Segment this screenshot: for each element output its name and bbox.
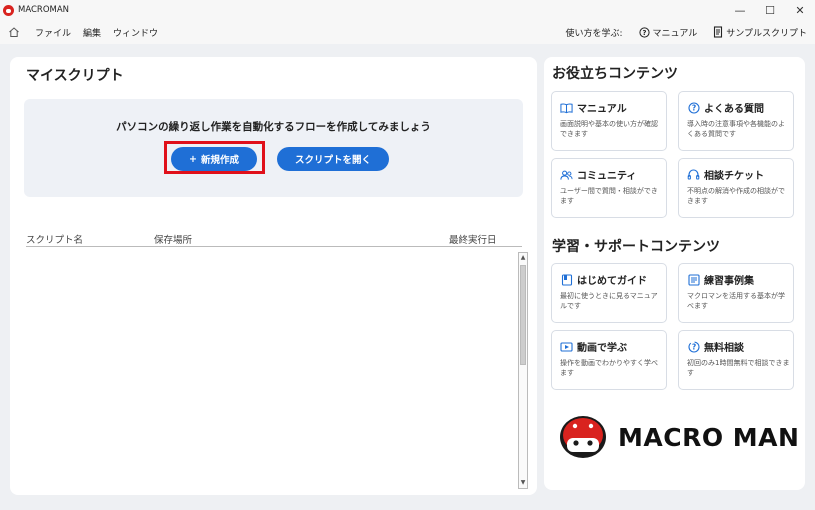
macroman-logo: MACRO MAN xyxy=(558,414,799,460)
question-icon: ? xyxy=(687,101,700,114)
scroll-down-arrow-icon[interactable]: ▼ xyxy=(519,478,527,488)
scroll-up-arrow-icon[interactable]: ▲ xyxy=(519,253,527,263)
card-consult-header: ? 無料相談 xyxy=(687,339,744,354)
card-consult-title: 無料相談 xyxy=(704,343,744,354)
logo-text: MACRO MAN xyxy=(618,422,800,452)
script-list xyxy=(26,248,522,490)
close-button[interactable]: ✕ xyxy=(785,0,815,20)
consult-icon: ? xyxy=(687,340,700,353)
card-video-title: 動画で学ぶ xyxy=(577,343,627,354)
card-practice-header: 練習事例集 xyxy=(687,272,754,287)
card-faq[interactable]: ? よくある質問 導入時の注意事項や各機能のよくある質問です xyxy=(678,91,794,151)
menu-bar: ファイル 編集 ウィンドウ 使い方を学ぶ: ? マニュアル サンプルスクリプト xyxy=(0,20,815,44)
list-icon xyxy=(687,273,700,286)
mascot-logo-icon xyxy=(560,416,606,458)
manual-link[interactable]: ? マニュアル xyxy=(638,26,698,39)
card-community-title: コミュニティ xyxy=(577,171,637,182)
col-script-name[interactable]: スクリプト名 xyxy=(26,232,83,246)
svg-text:?: ? xyxy=(642,28,646,36)
new-button-highlight xyxy=(164,141,265,174)
card-community-header: コミュニティ xyxy=(560,167,636,182)
svg-text:?: ? xyxy=(691,342,695,351)
people-icon xyxy=(560,168,573,181)
card-practice-examples[interactable]: 練習事例集 マクロマンを活用する基本が学べます xyxy=(678,263,794,323)
script-table-header: スクリプト名 保存場所 最終実行日 xyxy=(26,232,522,247)
card-manual[interactable]: マニュアル 画面説明や基本の使い方が確認できます xyxy=(551,91,667,151)
menu-file[interactable]: ファイル xyxy=(35,26,71,39)
useful-content-title: お役立ちコンテンツ xyxy=(552,66,678,82)
getting-started-banner: パソコンの繰り返し作業を自動化するフローを作成してみましょう + 新規作成 スク… xyxy=(24,99,523,197)
card-faq-title: よくある質問 xyxy=(704,104,764,115)
col-location[interactable]: 保存場所 xyxy=(154,232,192,246)
banner-text: パソコンの繰り返し作業を自動化するフローを作成してみましょう xyxy=(116,121,431,133)
card-guide-title: はじめてガイド xyxy=(577,276,647,287)
menu-edit[interactable]: 編集 xyxy=(83,26,101,39)
card-practice-title: 練習事例集 xyxy=(704,276,754,287)
card-video-header: 動画で学ぶ xyxy=(560,339,627,354)
card-ticket-desc: 不明点の解消や作成の相談ができます xyxy=(687,187,785,205)
card-community-desc: ユーザー間で質問・相談ができます xyxy=(560,187,658,205)
card-manual-header: マニュアル xyxy=(560,100,627,115)
card-community[interactable]: コミュニティ ユーザー間で質問・相談ができます xyxy=(551,158,667,218)
card-guide-header: はじめてガイド xyxy=(560,272,647,287)
menu-window[interactable]: ウィンドウ xyxy=(113,26,158,39)
sample-script-label: サンプルスクリプト xyxy=(726,28,807,39)
col-last-run[interactable]: 最終実行日 xyxy=(449,232,497,246)
manual-link-label: マニュアル xyxy=(652,28,698,39)
my-scripts-title: マイスクリプト xyxy=(26,68,124,84)
guide-icon xyxy=(560,273,573,286)
scroll-thumb[interactable] xyxy=(520,265,526,365)
my-scripts-panel: マイスクリプト パソコンの繰り返し作業を自動化するフローを作成してみましょう +… xyxy=(10,57,537,495)
card-faq-header: ? よくある質問 xyxy=(687,100,764,115)
script-icon xyxy=(714,26,723,38)
learning-support-title: 学習・サポートコンテンツ xyxy=(552,239,720,255)
app-logo-icon xyxy=(3,4,14,16)
sample-script-link[interactable]: サンプルスクリプト xyxy=(713,26,807,39)
open-script-button[interactable]: スクリプトを開く xyxy=(277,147,389,171)
card-ticket-title: 相談チケット xyxy=(704,171,764,182)
card-free-consult[interactable]: ? 無料相談 初回のみ1時間無料で相談できます xyxy=(678,330,794,390)
question-circle-icon: ? xyxy=(638,26,650,38)
card-manual-title: マニュアル xyxy=(577,104,627,115)
app-title: MACROMAN xyxy=(18,5,70,15)
book-icon xyxy=(560,101,573,114)
window-controls: — ☐ ✕ xyxy=(725,0,815,20)
menu-right-links: 使い方を学ぶ: ? マニュアル サンプルスクリプト xyxy=(565,20,807,44)
title-bar: MACROMAN — ☐ ✕ xyxy=(0,0,815,20)
headset-icon xyxy=(687,168,700,181)
card-guide-desc: 最初に使うときに見るマニュアルです xyxy=(560,292,658,310)
resources-panel: お役立ちコンテンツ マニュアル 画面説明や基本の使い方が確認できます ? よくあ… xyxy=(544,57,805,490)
svg-text:?: ? xyxy=(691,103,695,112)
video-icon xyxy=(560,340,573,353)
home-icon[interactable] xyxy=(7,25,21,39)
card-video-learning[interactable]: 動画で学ぶ 操作を動画でわかりやすく学べます xyxy=(551,330,667,390)
card-beginner-guide[interactable]: はじめてガイド 最初に使うときに見るマニュアルです xyxy=(551,263,667,323)
card-faq-desc: 導入時の注意事項や各機能のよくある質問です xyxy=(687,120,785,138)
minimize-button[interactable]: — xyxy=(725,0,755,20)
card-video-desc: 操作を動画でわかりやすく学べます xyxy=(560,359,658,377)
card-consult-desc: 初回のみ1時間無料で相談できます xyxy=(687,359,790,377)
card-ticket-header: 相談チケット xyxy=(687,167,764,182)
card-practice-desc: マクロマンを活用する基本が学べます xyxy=(687,292,785,310)
card-ticket[interactable]: 相談チケット 不明点の解消や作成の相談ができます xyxy=(678,158,794,218)
maximize-button[interactable]: ☐ xyxy=(755,0,785,20)
learn-label: 使い方を学ぶ: xyxy=(565,28,623,39)
card-manual-desc: 画面説明や基本の使い方が確認できます xyxy=(560,120,658,138)
script-list-scrollbar[interactable]: ▲ ▼ xyxy=(518,252,528,489)
